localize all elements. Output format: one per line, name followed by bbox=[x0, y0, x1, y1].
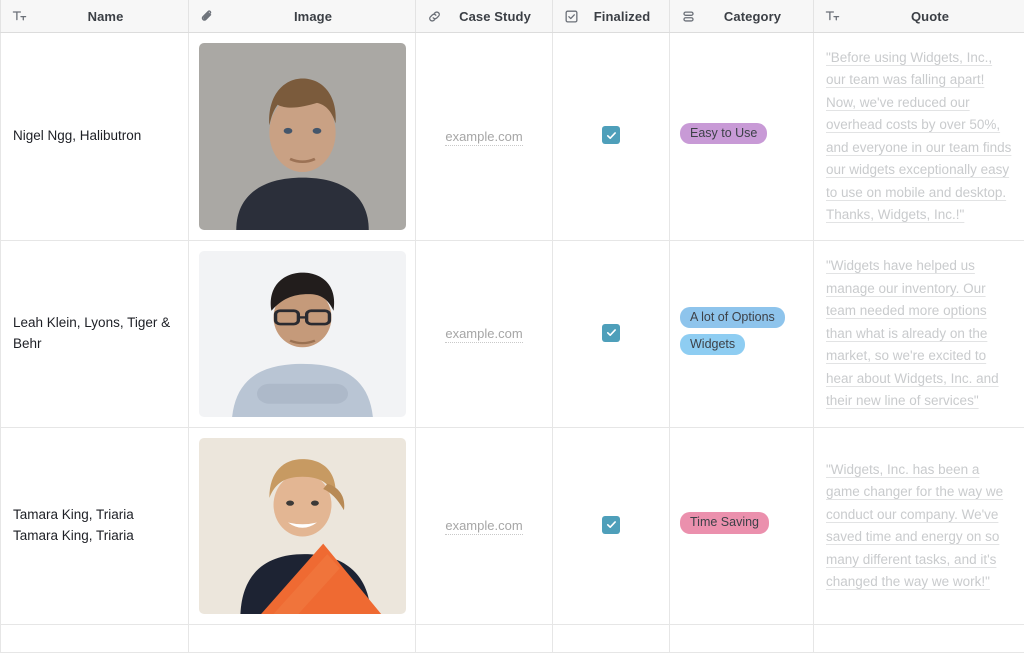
cell-image[interactable] bbox=[188, 240, 416, 428]
attachment-icon bbox=[199, 8, 215, 24]
cell-category[interactable]: A lot of Options Widgets bbox=[669, 240, 814, 428]
cell-name[interactable] bbox=[0, 624, 189, 653]
cell-finalized[interactable] bbox=[552, 427, 670, 625]
cell-name[interactable]: Nigel Ngg, Halibutron bbox=[0, 32, 189, 241]
quote-text: "Before using Widgets, Inc., our team wa… bbox=[826, 49, 1012, 223]
link-icon bbox=[426, 8, 442, 24]
case-study-link[interactable]: example.com bbox=[445, 518, 523, 535]
finalized-checkbox[interactable] bbox=[602, 323, 620, 342]
category-tag[interactable]: Time Saving bbox=[680, 512, 770, 534]
quote-text: "Widgets, Inc. has been a game changer f… bbox=[826, 461, 1004, 590]
cell-category[interactable] bbox=[669, 624, 814, 653]
image-attachment[interactable] bbox=[189, 33, 415, 240]
cell-image[interactable] bbox=[188, 624, 416, 653]
cell-quote[interactable]: "Widgets, Inc. has been a game changer f… bbox=[813, 427, 1024, 625]
quote-text: "Widgets have helped us manage our inven… bbox=[826, 258, 999, 409]
name-text: Leah Klein, Lyons, Tiger & Behr bbox=[13, 315, 171, 351]
cell-finalized[interactable] bbox=[552, 32, 670, 241]
portrait-man-glasses-arms-crossed[interactable] bbox=[198, 251, 406, 417]
column-header-case_study[interactable]: Case Study bbox=[415, 0, 553, 33]
cell-image[interactable] bbox=[188, 32, 416, 241]
cell-category[interactable]: Time Saving bbox=[669, 427, 814, 625]
column-header-label: Quote bbox=[910, 8, 950, 24]
cell-case-study[interactable]: example.com bbox=[415, 32, 553, 241]
table-row[interactable] bbox=[0, 624, 1024, 653]
portrait-woman-smiling-orange-folder[interactable] bbox=[198, 438, 406, 614]
cell-case_study[interactable] bbox=[415, 624, 553, 653]
column-header-label: Name bbox=[87, 8, 124, 24]
cell-case-study[interactable]: example.com bbox=[415, 427, 553, 625]
text-field-icon bbox=[11, 8, 27, 24]
checkbox-icon bbox=[563, 8, 579, 24]
case-study-link[interactable]: example.com bbox=[445, 128, 523, 146]
cell-quote[interactable]: "Before using Widgets, Inc., our team wa… bbox=[813, 32, 1024, 241]
cell-quote[interactable] bbox=[813, 624, 1024, 653]
column-header-label: Category bbox=[723, 8, 782, 24]
grid-view: Name Image Case Study Finalized Category Quot… bbox=[0, 0, 1024, 663]
cell-name[interactable]: Tamara King, Triaria Tamara King, Triari… bbox=[0, 427, 189, 625]
finalized-checkbox[interactable] bbox=[602, 126, 620, 145]
multi-select-icon bbox=[680, 8, 696, 24]
column-header-label: Finalized bbox=[593, 8, 651, 24]
table-row[interactable]: Tamara King, Triaria Tamara King, Triari… bbox=[0, 427, 1024, 625]
portrait-man-grey-background[interactable] bbox=[198, 43, 406, 230]
header-row: Name Image Case Study Finalized Category Quot… bbox=[0, 0, 1024, 33]
column-header-image[interactable]: Image bbox=[188, 0, 416, 33]
column-header-category[interactable]: Category bbox=[669, 0, 814, 33]
cell-image[interactable] bbox=[188, 427, 416, 625]
image-attachment[interactable] bbox=[189, 428, 415, 624]
name-text: Tamara King, Triaria Tamara King, Triari… bbox=[13, 507, 134, 543]
cell-finalized[interactable] bbox=[552, 240, 670, 428]
long-text-icon bbox=[824, 8, 840, 24]
category-tag[interactable]: Widgets bbox=[680, 334, 746, 356]
table-header: Name Image Case Study Finalized Category Quot… bbox=[0, 0, 1024, 33]
column-header-finalized[interactable]: Finalized bbox=[552, 0, 670, 33]
cell-category[interactable]: Easy to Use bbox=[669, 32, 814, 241]
table-row[interactable]: Leah Klein, Lyons, Tiger & Behr example.c… bbox=[0, 240, 1024, 428]
records-table: Name Image Case Study Finalized Category Quot… bbox=[0, 0, 1024, 653]
category-tag[interactable]: A lot of Options bbox=[680, 306, 785, 328]
table-body: Nigel Ngg, Halibutron example.com Easy to … bbox=[0, 32, 1024, 653]
column-header-label: Image bbox=[293, 8, 333, 24]
table-row[interactable]: Nigel Ngg, Halibutron example.com Easy to … bbox=[0, 32, 1024, 241]
column-header-quote[interactable]: Quote bbox=[813, 0, 1024, 33]
case-study-link[interactable]: example.com bbox=[445, 326, 523, 343]
category-tag[interactable]: Easy to Use bbox=[680, 122, 768, 145]
name-text: Nigel Ngg, Halibutron bbox=[13, 128, 142, 144]
image-attachment[interactable] bbox=[189, 241, 415, 427]
column-header-label: Case Study bbox=[459, 8, 531, 24]
column-header-name[interactable]: Name bbox=[0, 0, 189, 33]
cell-quote[interactable]: "Widgets have helped us manage our inven… bbox=[813, 240, 1024, 428]
finalized-checkbox[interactable] bbox=[602, 515, 620, 534]
cell-finalized[interactable] bbox=[552, 624, 670, 653]
cell-case-study[interactable]: example.com bbox=[415, 240, 553, 428]
cell-name[interactable]: Leah Klein, Lyons, Tiger & Behr bbox=[0, 240, 189, 428]
